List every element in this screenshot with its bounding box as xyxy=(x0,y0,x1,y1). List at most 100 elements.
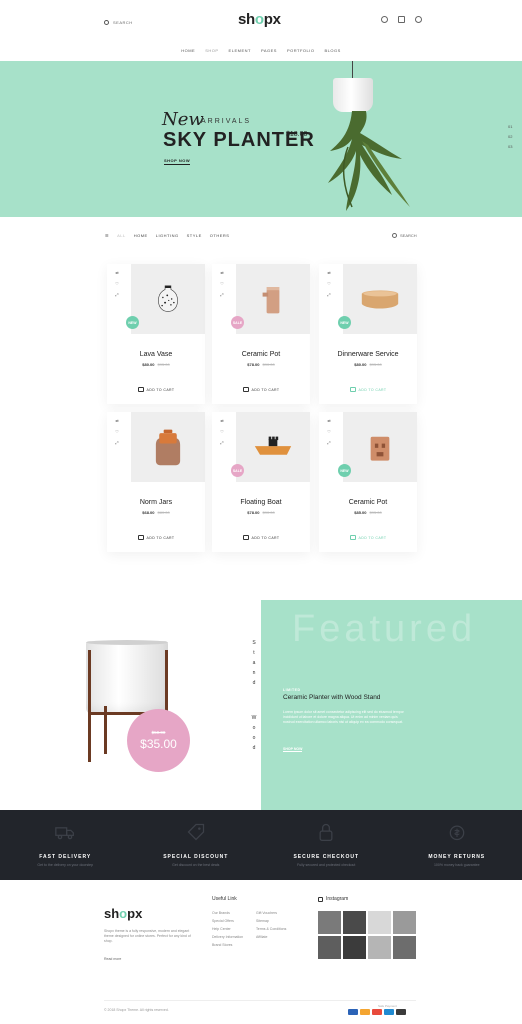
nav-item-shop[interactable]: SHOP xyxy=(205,48,218,53)
instagram-photo[interactable] xyxy=(368,911,391,934)
filter-lighting[interactable]: LIGHTING xyxy=(156,233,179,238)
price-old: $95.00 xyxy=(369,362,382,367)
hero-shop-button[interactable]: SHOP NOW xyxy=(164,158,191,165)
product-card[interactable]: ⇄ ♡ ⤢ Norm Jars $68.00 $80.00 ADD TO CART xyxy=(107,412,205,552)
feature-secure-checkout: SECURE CHECKOUT Fully secured and protec… xyxy=(261,810,392,880)
instagram-photo[interactable] xyxy=(343,911,366,934)
heart-icon[interactable]: ♡ xyxy=(326,281,332,286)
site-logo[interactable]: shopx xyxy=(238,11,281,28)
product-price: $80.00 $95.00 xyxy=(319,362,417,367)
product-card[interactable]: ⇄ ♡ ⤢ NEW Ceramic Pot $85.00 $95.00 ADD T… xyxy=(319,412,417,552)
expand-icon[interactable]: ⤢ xyxy=(114,292,120,297)
instagram-photo[interactable] xyxy=(368,936,391,959)
footer-link[interactable]: Terms & Conditions xyxy=(256,927,286,931)
filter-all[interactable]: ALL xyxy=(117,233,126,238)
add-to-cart-button[interactable]: ADD TO CART xyxy=(319,387,417,392)
logo-part-2: px xyxy=(263,11,281,28)
product-card[interactable]: ⇄ ♡ ⤢ SALE Ceramic Pot $78.00 $90.00 ADD … xyxy=(212,264,310,404)
instagram-photo[interactable] xyxy=(318,911,341,934)
slide-1[interactable]: 01 xyxy=(508,124,512,129)
heart-icon[interactable]: ♡ xyxy=(114,429,120,434)
expand-icon[interactable]: ⤢ xyxy=(219,292,225,297)
nav-item-home[interactable]: HOME xyxy=(181,48,195,53)
expand-icon[interactable]: ⤢ xyxy=(219,440,225,445)
compare-icon[interactable]: ⇄ xyxy=(219,418,225,423)
add-to-cart-button[interactable]: ADD TO CART xyxy=(212,535,310,540)
add-to-cart-button[interactable]: ADD TO CART xyxy=(319,535,417,540)
featured-price-badge: $50.00 $35.00 xyxy=(127,709,190,772)
footer-link[interactable]: Delivery Information xyxy=(212,935,243,939)
product-actions: ⇄ ♡ ⤢ xyxy=(326,418,332,445)
bag-icon xyxy=(349,535,356,540)
add-to-cart-button[interactable]: ADD TO CART xyxy=(107,387,205,392)
filter-others[interactable]: OTHERS xyxy=(210,233,230,238)
footer-link[interactable]: Affiliate xyxy=(256,935,286,939)
cart-icon[interactable] xyxy=(398,16,405,23)
filter-grid-icon[interactable]: ☰ xyxy=(105,233,109,238)
product-name[interactable]: Lava Vase xyxy=(107,351,205,358)
instagram-photo[interactable] xyxy=(343,936,366,959)
footer-logo[interactable]: shopx xyxy=(104,906,142,921)
product-card[interactable]: ⇄ ♡ ⤢ NEW Dinnerware Service $80.00 $95.0… xyxy=(319,264,417,404)
instagram-photo[interactable] xyxy=(318,936,341,959)
heart-icon[interactable]: ♡ xyxy=(114,281,120,286)
product-card[interactable]: ⇄ ♡ ⤢ SALE Floating Boat $78.00 $90.00 AD… xyxy=(212,412,310,552)
compare-icon[interactable]: ⇄ xyxy=(219,270,225,275)
compare-icon[interactable]: ⇄ xyxy=(114,270,120,275)
expand-icon[interactable]: ⤢ xyxy=(114,440,120,445)
heart-icon[interactable]: ♡ xyxy=(219,281,225,286)
product-image-area[interactable] xyxy=(236,264,310,334)
product-name[interactable]: Ceramic Pot xyxy=(212,351,310,358)
price-current: $80.00 xyxy=(142,362,155,367)
slide-3[interactable]: 03 xyxy=(508,144,512,149)
product-image-area[interactable] xyxy=(343,264,417,334)
nav-item-pages[interactable]: PAGES xyxy=(261,48,277,53)
footer-link[interactable]: Special Offers xyxy=(212,919,243,923)
compare-icon[interactable]: ⇄ xyxy=(326,270,332,275)
footer-link[interactable]: Brand Stores xyxy=(212,943,243,947)
product-name[interactable]: Dinnerware Service xyxy=(319,351,417,358)
instagram-photo[interactable] xyxy=(393,936,416,959)
compare-icon[interactable]: ⇄ xyxy=(326,418,332,423)
footer-divider xyxy=(104,1000,416,1001)
product-image-area[interactable] xyxy=(236,412,310,482)
product-name[interactable]: Floating Boat xyxy=(212,499,310,506)
filter-home[interactable]: HOME xyxy=(134,233,148,238)
nav-item-element[interactable]: ELEMENT xyxy=(229,48,251,53)
add-to-cart-button[interactable]: ADD TO CART xyxy=(107,535,205,540)
nav-item-blogs[interactable]: BLOGS xyxy=(325,48,341,53)
add-to-cart-button[interactable]: ADD TO CART xyxy=(212,387,310,392)
logo-part-2: px xyxy=(127,906,143,921)
nav-item-portfolio[interactable]: PORTFOLIO xyxy=(287,48,315,53)
footer-link[interactable]: Our Brands xyxy=(212,911,243,915)
footer-read-more[interactable]: Read more xyxy=(104,957,121,961)
slide-2[interactable]: 02 xyxy=(508,134,512,139)
featured-shop-link[interactable]: SHOP NOW xyxy=(283,747,303,752)
user-icon[interactable] xyxy=(381,16,388,23)
heart-icon[interactable]: ♡ xyxy=(219,429,225,434)
compare-icon[interactable]: ⇄ xyxy=(114,418,120,423)
expand-icon[interactable]: ⤢ xyxy=(326,292,332,297)
footer-link[interactable]: Help Center xyxy=(212,927,243,931)
product-image-wrap xyxy=(131,412,205,482)
product-image-area[interactable] xyxy=(343,412,417,482)
footer-link[interactable]: Gift Vouchers xyxy=(256,911,286,915)
stand-leg xyxy=(88,650,91,762)
search-icon xyxy=(392,233,397,238)
footer-link[interactable]: Sitemap xyxy=(256,919,286,923)
product-image-area[interactable] xyxy=(131,264,205,334)
filter-search[interactable]: SEARCH xyxy=(392,233,417,238)
feature-fast-delivery: FAST DELIVERY Get to the delivery on you… xyxy=(0,810,131,880)
heart-icon[interactable]: ♡ xyxy=(326,429,332,434)
product-card[interactable]: ⇄ ♡ ⤢ NEW Lava Vase $80.00 $95.00 ADD TO … xyxy=(107,264,205,404)
filter-style[interactable]: STYLE xyxy=(187,233,202,238)
product-image-area[interactable] xyxy=(131,412,205,482)
payment-card-icon xyxy=(396,1009,406,1015)
product-name[interactable]: Ceramic Pot xyxy=(319,499,417,506)
instagram-photo[interactable] xyxy=(393,911,416,934)
product-name[interactable]: Norm Jars xyxy=(107,499,205,506)
header-search[interactable]: SEARCH xyxy=(104,20,133,25)
lock-icon xyxy=(319,823,333,841)
expand-icon[interactable]: ⤢ xyxy=(326,440,332,445)
menu-icon[interactable] xyxy=(415,16,422,23)
